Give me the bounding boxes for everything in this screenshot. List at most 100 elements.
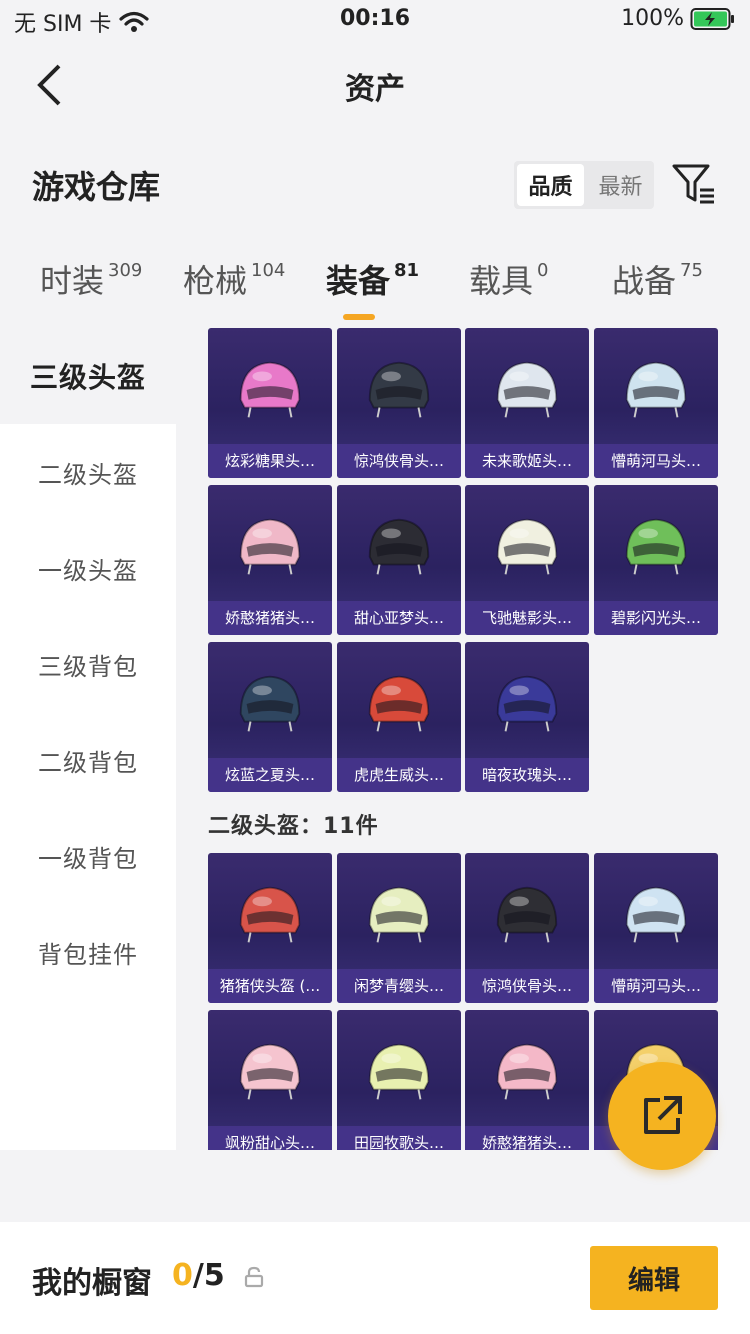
side-menu: 三级头盔 二级头盔 一级头盔 三级背包 二级背包 一级背包 背包挂件 <box>0 328 176 1150</box>
showcase-bar: 我的橱窗 0/5 编辑 <box>0 1222 750 1334</box>
helmet-icon <box>496 675 558 732</box>
share-icon <box>644 1096 682 1134</box>
item-name: 田园牧歌头… <box>337 1126 461 1150</box>
tab-label: 战备 <box>612 262 677 300</box>
helmet-icon <box>496 886 558 943</box>
filter-icon <box>672 164 714 204</box>
item-card[interactable]: 飞驰魅影头… <box>465 485 589 635</box>
item-name: 懵萌河马头… <box>594 969 718 1003</box>
side-item-backpack-l1[interactable]: 一级背包 <box>0 808 176 904</box>
item-card[interactable]: 暗夜玫瑰头… <box>465 642 589 792</box>
tab-vehicles[interactable]: 载具 0 <box>469 256 548 302</box>
status-bar: 无 SIM 卡 00:16 100% <box>0 0 750 40</box>
tab-label: 载具 <box>469 262 534 300</box>
item-card[interactable]: 未来歌姬头… <box>465 328 589 478</box>
tab-firearms[interactable]: 枪械 104 <box>183 256 285 302</box>
side-item-helmet-l1[interactable]: 一级头盔 <box>0 520 176 616</box>
helmet-icon <box>368 518 430 575</box>
item-name: 虎虎生威头… <box>337 758 461 792</box>
helmet-icon <box>496 518 558 575</box>
tab-count: 104 <box>251 260 286 281</box>
item-name: 惊鸿侠骨头… <box>337 444 461 478</box>
showcase-count: 0/5 <box>172 1258 225 1293</box>
battery-status: 100% <box>621 6 736 31</box>
helmet-icon <box>625 886 687 943</box>
side-item-backpack-l3[interactable]: 三级背包 <box>0 616 176 712</box>
battery-percent: 100% <box>621 6 684 31</box>
helmet-icon <box>239 361 301 418</box>
page-title: 资产 <box>345 72 405 107</box>
item-name: 炫蓝之夏头… <box>208 758 332 792</box>
showcase-used: 0 <box>172 1258 193 1293</box>
showcase-total: /5 <box>192 1258 225 1293</box>
item-card[interactable]: 虎虎生威头… <box>337 642 461 792</box>
item-card[interactable]: 碧影闪光头… <box>594 485 718 635</box>
item-name: 猪猪侠头盔 (… <box>208 969 332 1003</box>
item-card[interactable]: 娇憨猪猪头… <box>465 1010 589 1150</box>
item-name: 闲梦青缨头… <box>337 969 461 1003</box>
item-card[interactable]: 甜心亚梦头… <box>337 485 461 635</box>
helmet-icon <box>239 675 301 732</box>
item-card[interactable]: 闲梦青缨头… <box>337 853 461 1003</box>
item-grid: 二级头盔：11件 炫彩糖果头… 惊鸿侠骨头… 未来歌姬头… 懵萌河马头… 娇憨猪猪头… 甜… <box>176 328 750 1150</box>
item-name: 未来歌姬头… <box>465 444 589 478</box>
helmet-icon <box>625 361 687 418</box>
side-item-helmet-l3[interactable]: 三级头盔 <box>0 328 176 424</box>
helmet-icon <box>496 1043 558 1100</box>
tab-count: 75 <box>680 260 703 281</box>
item-card[interactable]: 炫蓝之夏头… <box>208 642 332 792</box>
filter-button[interactable] <box>670 160 720 210</box>
item-name: 惊鸿侠骨头… <box>465 969 589 1003</box>
item-card[interactable]: 懵萌河马头… <box>594 853 718 1003</box>
tab-label: 枪械 <box>183 262 248 300</box>
helmet-icon <box>368 886 430 943</box>
item-card[interactable]: 飒粉甜心头… <box>208 1010 332 1150</box>
item-name: 飞驰魅影头… <box>465 601 589 635</box>
battery-charging-icon <box>690 7 734 30</box>
item-name: 飒粉甜心头… <box>208 1126 332 1150</box>
nav-bar: 资产 <box>0 50 750 120</box>
side-item-backpack-charm[interactable]: 背包挂件 <box>0 904 176 1000</box>
tab-label: 装备 <box>326 262 391 300</box>
lock-icon <box>244 1266 264 1288</box>
tab-gear[interactable]: 战备 75 <box>612 256 703 302</box>
group-title-level2: 二级头盔：11件 <box>208 814 379 839</box>
tab-equipment[interactable]: 装备 81 <box>326 256 419 302</box>
tab-count: 0 <box>537 260 549 281</box>
helmet-icon <box>368 675 430 732</box>
tab-fashion[interactable]: 时装 309 <box>40 256 142 302</box>
sort-quality[interactable]: 品质 <box>517 164 584 206</box>
helmet-icon <box>496 361 558 418</box>
showcase-title: 我的橱窗 <box>32 1266 152 1301</box>
sort-newest[interactable]: 最新 <box>587 161 654 209</box>
edit-button[interactable]: 编辑 <box>590 1246 718 1310</box>
section-title: 游戏仓库 <box>32 168 161 206</box>
item-name: 娇憨猪猪头… <box>208 601 332 635</box>
item-name: 暗夜玫瑰头… <box>465 758 589 792</box>
item-card[interactable]: 炫彩糖果头… <box>208 328 332 478</box>
item-card[interactable]: 娇憨猪猪头… <box>208 485 332 635</box>
item-name: 懵萌河马头… <box>594 444 718 478</box>
item-card[interactable]: 猪猪侠头盔 (… <box>208 853 332 1003</box>
tab-label: 时装 <box>40 262 105 300</box>
helmet-icon <box>239 886 301 943</box>
helmet-icon <box>239 518 301 575</box>
item-name: 甜心亚梦头… <box>337 601 461 635</box>
item-card[interactable]: 惊鸿侠骨头… <box>465 853 589 1003</box>
item-card[interactable]: 懵萌河马头… <box>594 328 718 478</box>
item-name: 炫彩糖果头… <box>208 444 332 478</box>
item-card[interactable]: 田园牧歌头… <box>337 1010 461 1150</box>
sort-toggle: 品质 最新 <box>514 161 654 209</box>
item-card[interactable]: 惊鸿侠骨头… <box>337 328 461 478</box>
helmet-icon <box>368 361 430 418</box>
side-item-backpack-l2[interactable]: 二级背包 <box>0 712 176 808</box>
category-tabs: 时装 309 枪械 104 装备 81 载具 0 战备 75 <box>0 256 750 322</box>
tab-count: 309 <box>108 260 143 281</box>
helmet-icon <box>625 518 687 575</box>
item-name: 碧影闪光头… <box>594 601 718 635</box>
item-name: 娇憨猪猪头… <box>465 1126 589 1150</box>
share-button[interactable] <box>608 1062 716 1170</box>
helmet-icon <box>368 1043 430 1100</box>
active-tab-indicator <box>343 314 375 320</box>
side-item-helmet-l2[interactable]: 二级头盔 <box>0 424 176 520</box>
